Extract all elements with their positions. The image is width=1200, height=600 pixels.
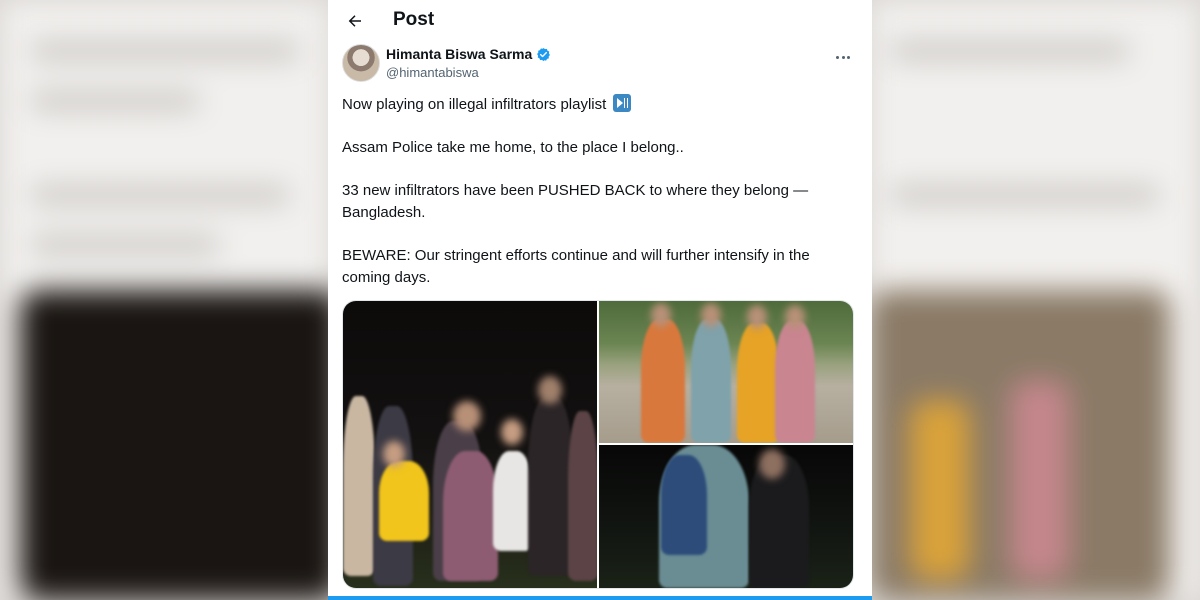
post-header: Post <box>328 0 872 40</box>
media-photo-night-child[interactable] <box>599 445 853 588</box>
more-options-button[interactable] <box>828 46 858 68</box>
arrow-left-icon <box>348 15 361 27</box>
post-paragraph: 33 new infiltrators have been PUSHED BAC… <box>342 182 809 221</box>
post-card: Post Himanta Biswa Sarma @himantabiswa N… <box>328 0 872 600</box>
more-horizontal-icon <box>836 55 840 59</box>
author-handle[interactable]: @himantabiswa <box>386 65 479 80</box>
card-bottom-accent <box>328 596 872 600</box>
post-text: Now playing on illegal infiltrators play… <box>342 94 852 310</box>
post-paragraph: Now playing on illegal infiltrators play… <box>342 94 852 116</box>
post-paragraph: Assam Police take me home, to the place … <box>342 139 684 156</box>
page-title: Post <box>393 9 435 30</box>
backdrop-right <box>870 0 1200 600</box>
post-author: Himanta Biswa Sarma @himantabiswa <box>342 44 858 84</box>
backdrop-left <box>0 0 340 600</box>
media-photo-night-group[interactable] <box>343 301 597 588</box>
media-photo-day-group[interactable] <box>599 301 853 443</box>
avatar[interactable] <box>342 44 380 82</box>
author-display-name[interactable]: Himanta Biswa Sarma <box>386 46 532 62</box>
back-button[interactable] <box>340 6 370 36</box>
media-grid <box>342 300 854 589</box>
verified-badge-icon[interactable] <box>536 47 551 62</box>
play-pause-button-icon <box>613 94 632 112</box>
author-name-row: Himanta Biswa Sarma <box>386 46 551 62</box>
post-paragraph: BEWARE: Our stringent efforts continue a… <box>342 247 810 286</box>
